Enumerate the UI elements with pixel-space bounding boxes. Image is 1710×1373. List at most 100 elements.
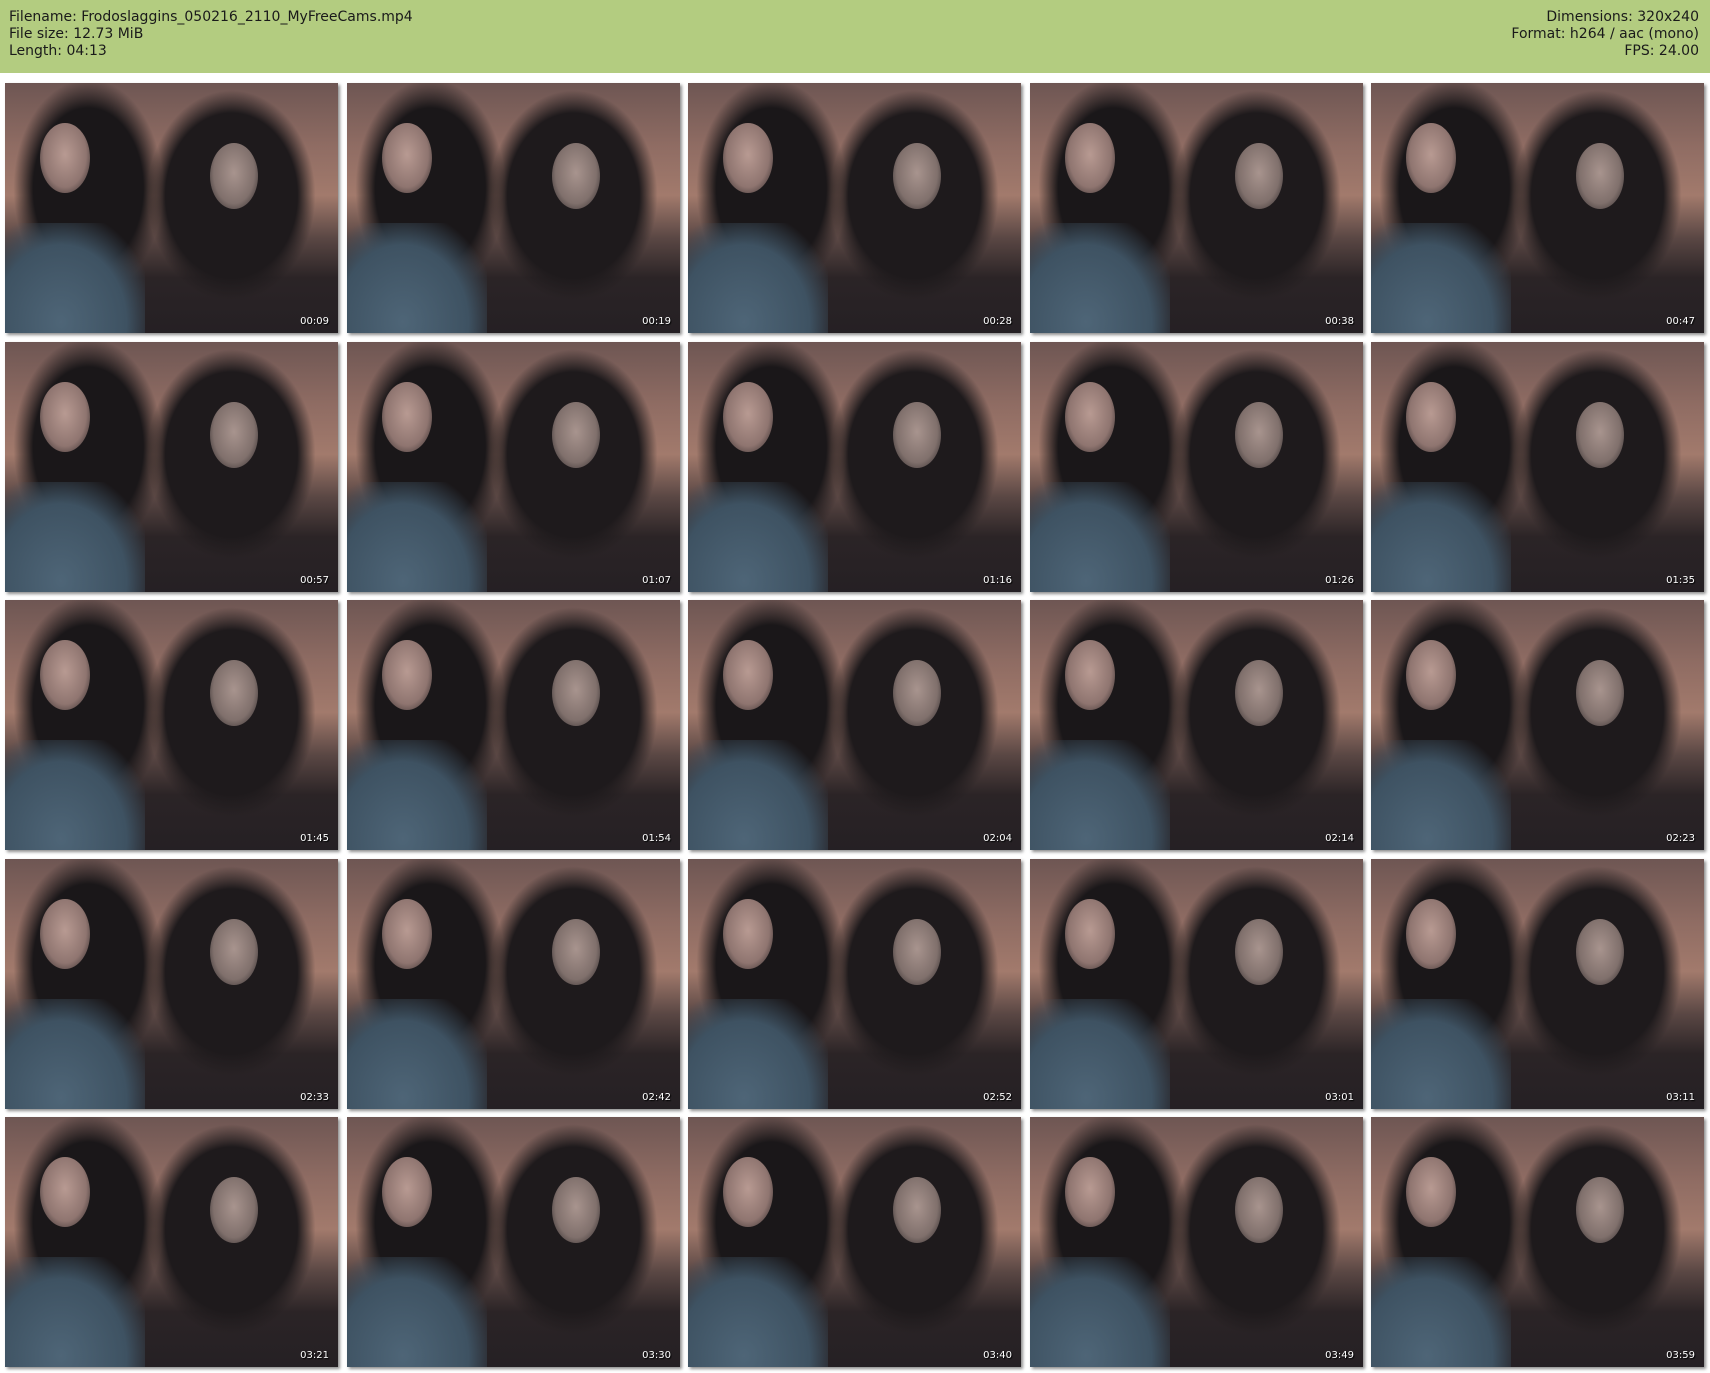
video-thumbnail[interactable]: 02:04 xyxy=(688,600,1021,850)
frame-shading xyxy=(1371,223,1511,333)
timestamp-label: 03:49 xyxy=(1325,1350,1354,1361)
video-thumbnail[interactable]: 02:42 xyxy=(347,859,680,1109)
video-thumbnail[interactable]: 03:11 xyxy=(1371,859,1704,1109)
frame-shading xyxy=(552,143,600,209)
timestamp-label: 02:42 xyxy=(642,1092,671,1103)
file-info: Filename: Frodoslaggins_050216_2110_MyFr… xyxy=(9,9,413,60)
frame-shading xyxy=(382,123,432,193)
timestamp-label: 00:19 xyxy=(642,316,671,327)
video-thumbnail[interactable]: 02:52 xyxy=(688,859,1021,1109)
frame-shading xyxy=(893,402,941,468)
video-thumbnail[interactable]: 03:59 xyxy=(1371,1117,1704,1367)
frame-shading xyxy=(1065,899,1115,969)
timestamp-label: 01:35 xyxy=(1666,575,1695,586)
frame-shading xyxy=(1371,1257,1511,1367)
frame-shading xyxy=(1406,899,1456,969)
timestamp-label: 03:30 xyxy=(642,1350,671,1361)
video-thumbnail[interactable]: 03:01 xyxy=(1030,859,1363,1109)
frame-shading xyxy=(552,919,600,985)
frame-shading xyxy=(1030,999,1170,1109)
length-text: Length: 04:13 xyxy=(9,43,107,59)
frame-shading xyxy=(1576,919,1624,985)
format-text: Format: h264 / aac (mono) xyxy=(1511,26,1699,42)
video-thumbnail[interactable]: 00:19 xyxy=(347,83,680,333)
frame-shading xyxy=(347,740,487,850)
frame-shading xyxy=(347,999,487,1109)
frame-shading xyxy=(382,1157,432,1227)
frame-shading xyxy=(1065,640,1115,710)
timestamp-label: 02:23 xyxy=(1666,833,1695,844)
frame-shading xyxy=(688,482,828,592)
video-thumbnail[interactable]: 03:49 xyxy=(1030,1117,1363,1367)
frame-shading xyxy=(552,660,600,726)
timestamp-label: 01:07 xyxy=(642,575,671,586)
frame-shading xyxy=(893,919,941,985)
video-thumbnail[interactable]: 01:07 xyxy=(347,342,680,592)
frame-shading xyxy=(40,123,90,193)
frame-shading xyxy=(1371,740,1511,850)
frame-shading xyxy=(1030,482,1170,592)
frame-shading xyxy=(688,223,828,333)
frame-shading xyxy=(1065,382,1115,452)
video-thumbnail[interactable]: 00:09 xyxy=(5,83,338,333)
frame-shading xyxy=(1030,1257,1170,1367)
frame-shading xyxy=(723,382,773,452)
frame-shading xyxy=(1065,1157,1115,1227)
frame-shading xyxy=(1371,482,1511,592)
video-thumbnail[interactable]: 00:28 xyxy=(688,83,1021,333)
frame-shading xyxy=(1030,740,1170,850)
frame-shading xyxy=(347,482,487,592)
frame-shading xyxy=(40,640,90,710)
timestamp-label: 03:11 xyxy=(1666,1092,1695,1103)
frame-shading xyxy=(1065,123,1115,193)
frame-shading xyxy=(1371,999,1511,1109)
fps-text: FPS: 24.00 xyxy=(1624,43,1699,59)
filesize-text: File size: 12.73 MiB xyxy=(9,26,144,42)
frame-shading xyxy=(5,223,145,333)
frame-shading xyxy=(893,660,941,726)
frame-shading xyxy=(1576,1177,1624,1243)
video-thumbnail[interactable]: 03:30 xyxy=(347,1117,680,1367)
frame-shading xyxy=(723,1157,773,1227)
frame-shading xyxy=(40,1157,90,1227)
info-header: Filename: Frodoslaggins_050216_2110_MyFr… xyxy=(0,0,1710,73)
video-thumbnail[interactable]: 00:57 xyxy=(5,342,338,592)
timestamp-label: 03:21 xyxy=(300,1350,329,1361)
video-thumbnail[interactable]: 02:23 xyxy=(1371,600,1704,850)
frame-shading xyxy=(1576,402,1624,468)
frame-shading xyxy=(210,919,258,985)
video-thumbnail[interactable]: 01:16 xyxy=(688,342,1021,592)
frame-shading xyxy=(5,1257,145,1367)
timestamp-label: 00:28 xyxy=(983,316,1012,327)
frame-shading xyxy=(382,899,432,969)
frame-shading xyxy=(1406,1157,1456,1227)
frame-shading xyxy=(210,660,258,726)
video-thumbnail[interactable]: 01:26 xyxy=(1030,342,1363,592)
frame-shading xyxy=(893,1177,941,1243)
video-thumbnail[interactable]: 02:14 xyxy=(1030,600,1363,850)
frame-shading xyxy=(1030,223,1170,333)
timestamp-label: 00:57 xyxy=(300,575,329,586)
frame-shading xyxy=(1235,1177,1283,1243)
video-thumbnail[interactable]: 01:45 xyxy=(5,600,338,850)
timestamp-label: 03:01 xyxy=(1325,1092,1354,1103)
timestamp-label: 03:40 xyxy=(983,1350,1012,1361)
frame-shading xyxy=(5,999,145,1109)
frame-shading xyxy=(723,640,773,710)
frame-shading xyxy=(1235,402,1283,468)
frame-shading xyxy=(723,899,773,969)
video-thumbnail[interactable]: 01:54 xyxy=(347,600,680,850)
frame-shading xyxy=(1576,143,1624,209)
frame-shading xyxy=(40,382,90,452)
video-thumbnail[interactable]: 00:47 xyxy=(1371,83,1704,333)
frame-shading xyxy=(5,482,145,592)
video-thumbnail[interactable]: 03:40 xyxy=(688,1117,1021,1367)
video-thumbnail[interactable]: 01:35 xyxy=(1371,342,1704,592)
video-thumbnail[interactable]: 02:33 xyxy=(5,859,338,1109)
frame-shading xyxy=(1235,919,1283,985)
video-thumbnail[interactable]: 00:38 xyxy=(1030,83,1363,333)
video-thumbnail[interactable]: 03:21 xyxy=(5,1117,338,1367)
frame-shading xyxy=(1406,640,1456,710)
frame-shading xyxy=(40,899,90,969)
frame-shading xyxy=(688,1257,828,1367)
